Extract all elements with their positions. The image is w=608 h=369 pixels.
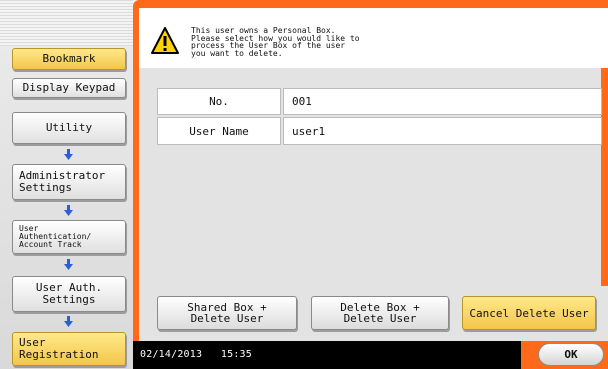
warning-icon	[151, 27, 179, 54]
delete-box-delete-user-button[interactable]: Delete Box + Delete User	[311, 296, 449, 330]
user-name-value: user1	[283, 117, 602, 145]
status-date: 02/14/2013	[140, 349, 203, 360]
user-registration-breadcrumb-button[interactable]: User Registration	[12, 332, 126, 366]
bookmark-button[interactable]: Bookmark	[12, 48, 126, 70]
user-auth-settings-breadcrumb-button[interactable]: User Auth. Settings	[12, 276, 126, 312]
down-arrow-icon	[64, 259, 73, 270]
user-name-label: User Name	[157, 117, 281, 145]
down-arrow-icon	[64, 316, 73, 327]
ok-button[interactable]: OK	[538, 343, 604, 366]
display-keypad-button[interactable]: Display Keypad	[12, 78, 126, 98]
status-datetime: 02/14/2013 15:35	[140, 349, 252, 360]
utility-breadcrumb-button[interactable]: Utility	[12, 112, 126, 144]
cancel-delete-user-button[interactable]: Cancel Delete User	[462, 296, 596, 330]
message-text: This user owns a Personal Box. Please se…	[191, 26, 360, 58]
shared-box-delete-user-button[interactable]: Shared Box + Delete User	[157, 296, 297, 330]
user-authentication-account-track-breadcrumb-button[interactable]: User Authentication/ Account Track	[12, 220, 126, 254]
status-time: 15:35	[220, 349, 252, 360]
down-arrow-icon	[64, 205, 73, 216]
number-label: No.	[157, 88, 281, 115]
number-value: 001	[283, 88, 602, 115]
down-arrow-icon	[64, 149, 73, 160]
administrator-settings-breadcrumb-button[interactable]: Administrator Settings	[12, 164, 126, 200]
sidebar-header-stripe	[0, 0, 133, 46]
